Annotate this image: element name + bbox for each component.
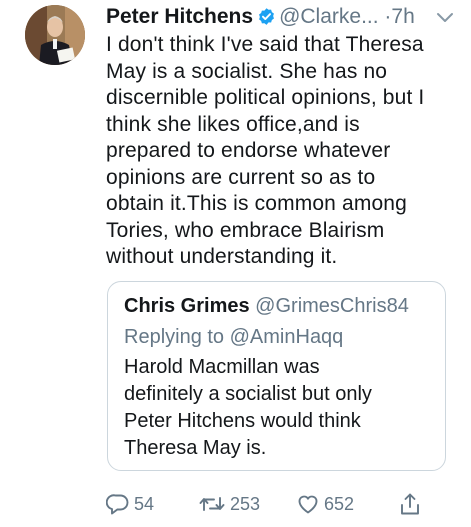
retweet-button[interactable]: 253 (198, 488, 260, 520)
reply-count: 54 (134, 493, 155, 514)
reply-button[interactable]: 54 (106, 488, 154, 520)
quoted-text-line: Harold Macmillan was (124, 356, 320, 378)
replying-to: Replying to @AminHaqq (124, 323, 343, 351)
quoted-tweet[interactable]: Chris Grimes @GrimesChris84 Replying to … (107, 281, 446, 471)
quoted-text-line: Theresa May is. (124, 437, 267, 459)
tweet-text-line: opinions are current so as to (106, 165, 376, 189)
tweet-text-line: I don't think I've said that Theresa (106, 33, 424, 56)
quoted-tweet-text: Harold Macmillan was definitely a social… (124, 354, 434, 462)
tweet-text-line: May is a socialist. She has no (106, 59, 388, 83)
tweet-text-line: Tories, who embrace Blairism (106, 218, 385, 242)
tweet-text: I don't think I've said that Theresa May… (106, 32, 456, 271)
reply-icon (106, 492, 130, 516)
action-bar: 54 253 652 (106, 488, 446, 520)
like-button[interactable]: 652 (296, 488, 354, 520)
share-button[interactable] (398, 488, 422, 520)
retweet-count: 253 (230, 493, 261, 514)
avatar[interactable] (25, 5, 85, 65)
timestamp[interactable]: 7h (391, 5, 414, 28)
quoted-author-name: Chris Grimes (124, 295, 250, 317)
heart-icon (296, 492, 320, 516)
share-icon (398, 491, 422, 517)
quoted-text-line: definitely a socialist but only (124, 383, 372, 405)
retweet-icon (198, 492, 226, 516)
avatar-photo (25, 5, 85, 65)
like-count: 652 (324, 493, 355, 514)
replying-to-prefix: Replying to (124, 326, 230, 348)
tweet-header: Peter Hitchens @Clarke... ·7h (106, 2, 456, 32)
tweet-text-line: obtain it.This is common among (106, 192, 407, 215)
verified-badge-icon (257, 5, 276, 35)
quoted-author-handle: @GrimesChris84 (255, 295, 409, 317)
tweet-text-line: prepared to endorse whatever (106, 139, 391, 162)
quoted-tweet-header: Chris Grimes @GrimesChris84 (124, 292, 409, 320)
tweet-text-line: discernible political opinions, but I (106, 86, 425, 109)
tweet-text-line: think she likes office,and is (106, 112, 360, 136)
author-handle[interactable]: @Clarke... (279, 5, 379, 28)
quoted-text-line: Peter Hitchens would think (124, 410, 361, 432)
replying-to-mention[interactable]: @AminHaqq (230, 326, 344, 348)
tweet-text-line: without understanding it. (106, 245, 338, 268)
author-name[interactable]: Peter Hitchens (106, 5, 253, 28)
